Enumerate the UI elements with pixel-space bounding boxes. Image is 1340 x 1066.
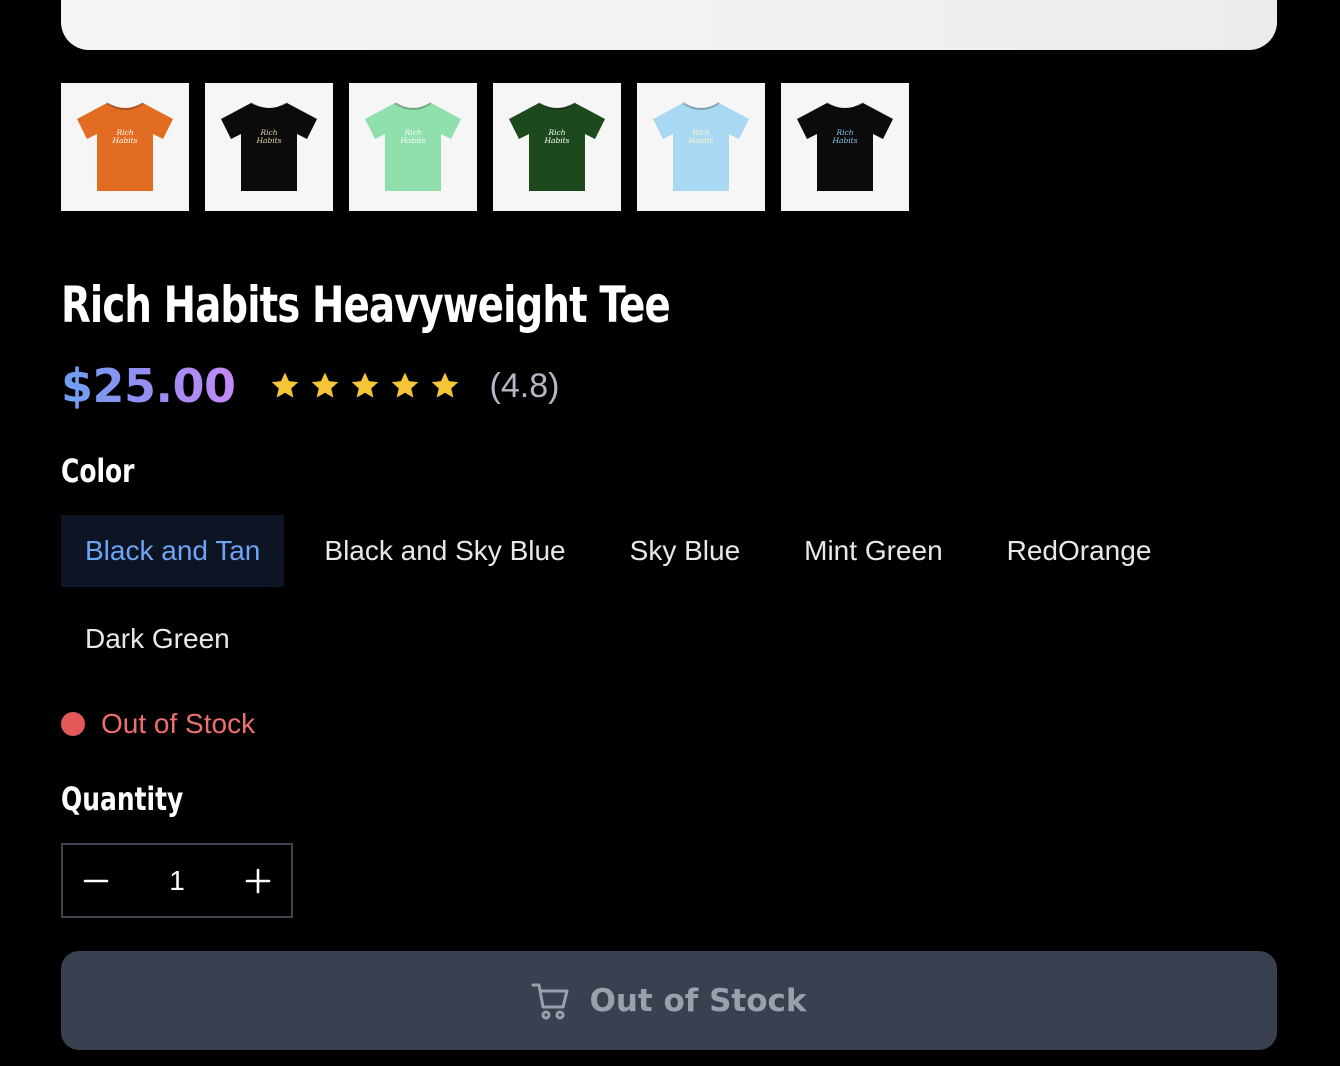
tshirt-icon: RichHabits [365, 102, 461, 191]
add-to-cart-button[interactable]: Out of Stock [61, 951, 1277, 1050]
stock-status: Out of Stock [61, 708, 255, 740]
cart-icon [531, 983, 569, 1019]
tshirt-icon: RichHabits [797, 102, 893, 191]
thumbnail-3[interactable]: Rich Habits [493, 83, 621, 211]
color-option-black-and-sky-blue[interactable]: Black and Sky Blue [300, 515, 589, 587]
tshirt-icon: RichHabits [221, 102, 317, 191]
product-page: Rich Habits Rich Habits Rich Habits Rich Hab… [0, 0, 1340, 1066]
tshirt-print-text: Habits [399, 136, 425, 145]
star-icon [391, 372, 418, 398]
tshirt-icon: RichHabits [509, 102, 605, 191]
thumbnail-4[interactable]: Rich Habits [637, 83, 765, 211]
color-label: Color [61, 452, 135, 490]
main-product-image[interactable] [61, 0, 1277, 50]
thumbnail-0[interactable]: Rich Habits [61, 83, 189, 211]
star-icon [431, 372, 458, 398]
product-title: Rich Habits Heavyweight Tee [61, 276, 671, 334]
stock-status-text: Out of Stock [101, 708, 256, 739]
tshirt-print-text: Habits [831, 136, 857, 145]
star-icon [311, 372, 338, 398]
thumbnail-1[interactable]: Rich Habits [205, 83, 333, 211]
star-icon [351, 372, 378, 398]
quantity-label: Quantity [61, 780, 184, 818]
color-options-row-1: Black and Tan Black and Sky Blue Sky Blu… [61, 515, 1175, 587]
star-icon [271, 372, 298, 398]
tshirt-icon: RichHabits [653, 102, 749, 191]
product-price: $25.00 [61, 359, 236, 413]
decrease-quantity-button[interactable] [63, 845, 129, 916]
stock-status-dot [61, 712, 85, 736]
price-row: $25.00 (4.8) [61, 355, 559, 417]
rating-value: (4.8) [489, 366, 560, 405]
tshirt-icon: RichHabits [77, 102, 173, 191]
increase-quantity-button[interactable] [225, 845, 291, 916]
tshirt-print-text: Habits [543, 136, 569, 145]
color-options-row-2: Dark Green [61, 603, 254, 675]
quantity-input[interactable]: 1 [129, 865, 225, 897]
thumbnail-2[interactable]: Rich Habits [349, 83, 477, 211]
thumbnail-5[interactable]: Rich Habits [781, 83, 909, 211]
plus-icon [245, 868, 271, 893]
star-rating [268, 369, 462, 403]
thumbnail-strip: Rich Habits Rich Habits Rich Habits Rich Hab… [61, 83, 909, 211]
color-option-black-and-tan[interactable]: Black and Tan [61, 515, 285, 587]
minus-icon [83, 879, 109, 882]
tshirt-print-text: Habits [111, 136, 137, 145]
tshirt-print-text: Habits [255, 136, 281, 145]
color-option-sky-blue[interactable]: Sky Blue [606, 515, 765, 587]
add-to-cart-label: Out of Stock [589, 982, 807, 1019]
tshirt-print-text: Habits [687, 136, 713, 145]
color-option-mint-green[interactable]: Mint Green [780, 515, 967, 587]
color-option-dark-green[interactable]: Dark Green [61, 603, 254, 675]
color-option-redorange[interactable]: RedOrange [983, 515, 1176, 587]
quantity-stepper: 1 [61, 843, 293, 918]
